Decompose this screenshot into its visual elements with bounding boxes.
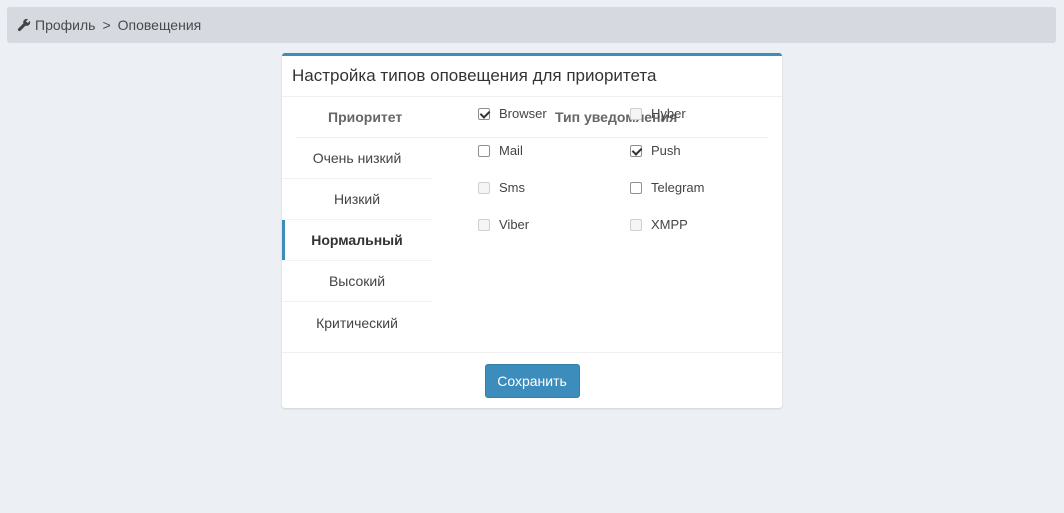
priority-item[interactable]: Низкий xyxy=(282,179,432,220)
breadcrumb: Профиль > Оповещения xyxy=(7,7,1056,43)
notification-type-option[interactable]: Sms xyxy=(478,180,525,195)
breadcrumb-profile-link[interactable]: Профиль xyxy=(35,17,95,33)
notification-type-label: Hyber xyxy=(651,106,686,121)
notification-type-option[interactable]: Viber xyxy=(478,217,529,232)
breadcrumb-separator: > xyxy=(102,17,111,33)
priority-column-header: Приоритет xyxy=(328,109,403,125)
notification-type-option[interactable]: Push xyxy=(630,143,681,158)
notification-type-checkbox[interactable] xyxy=(478,218,490,231)
notification-type-checkbox[interactable] xyxy=(630,181,642,194)
breadcrumb-current: Оповещения xyxy=(117,17,202,33)
priority-item[interactable]: Нормальный xyxy=(282,220,432,261)
panel-footer: Сохранить xyxy=(282,353,782,408)
notification-type-label: Sms xyxy=(499,180,525,195)
notification-type-option[interactable]: Browser xyxy=(478,106,547,121)
notification-type-label: Mail xyxy=(499,143,523,158)
notification-type-label: Telegram xyxy=(651,180,705,195)
notification-type-label: Push xyxy=(651,143,681,158)
save-button[interactable]: Сохранить xyxy=(484,363,580,398)
notification-type-option[interactable]: Mail xyxy=(478,143,523,158)
notification-type-checkbox[interactable] xyxy=(478,107,490,120)
notification-settings-panel: Настройка типов оповещения для приоритет… xyxy=(282,53,782,408)
notification-type-option[interactable]: Telegram xyxy=(630,180,704,195)
panel-body: Приоритет Тип уведомления Очень низкий Ни… xyxy=(282,97,782,353)
notification-type-label: Browser xyxy=(499,106,547,121)
notification-type-checkbox[interactable] xyxy=(630,144,642,157)
notification-type-checkbox[interactable] xyxy=(478,144,490,157)
priority-item[interactable]: Высокий xyxy=(282,261,432,302)
notification-type-option[interactable]: XMPP xyxy=(630,217,688,232)
notification-type-checkbox[interactable] xyxy=(478,181,490,194)
panel-title: Настройка типов оповещения для приоритет… xyxy=(282,56,782,97)
notification-type-checkbox[interactable] xyxy=(630,107,642,120)
notification-type-label: Viber xyxy=(499,217,530,232)
notification-type-option[interactable]: Hyber xyxy=(630,106,686,121)
notification-type-label: XMPP xyxy=(651,217,688,232)
priority-list: Очень низкий Низкий Нормальный Высокий Крити… xyxy=(282,138,432,343)
wrench-icon xyxy=(17,18,31,32)
notification-type-checkbox[interactable] xyxy=(630,218,642,231)
priority-item[interactable]: Критический xyxy=(282,302,432,343)
priority-item[interactable]: Очень низкий xyxy=(282,138,432,179)
